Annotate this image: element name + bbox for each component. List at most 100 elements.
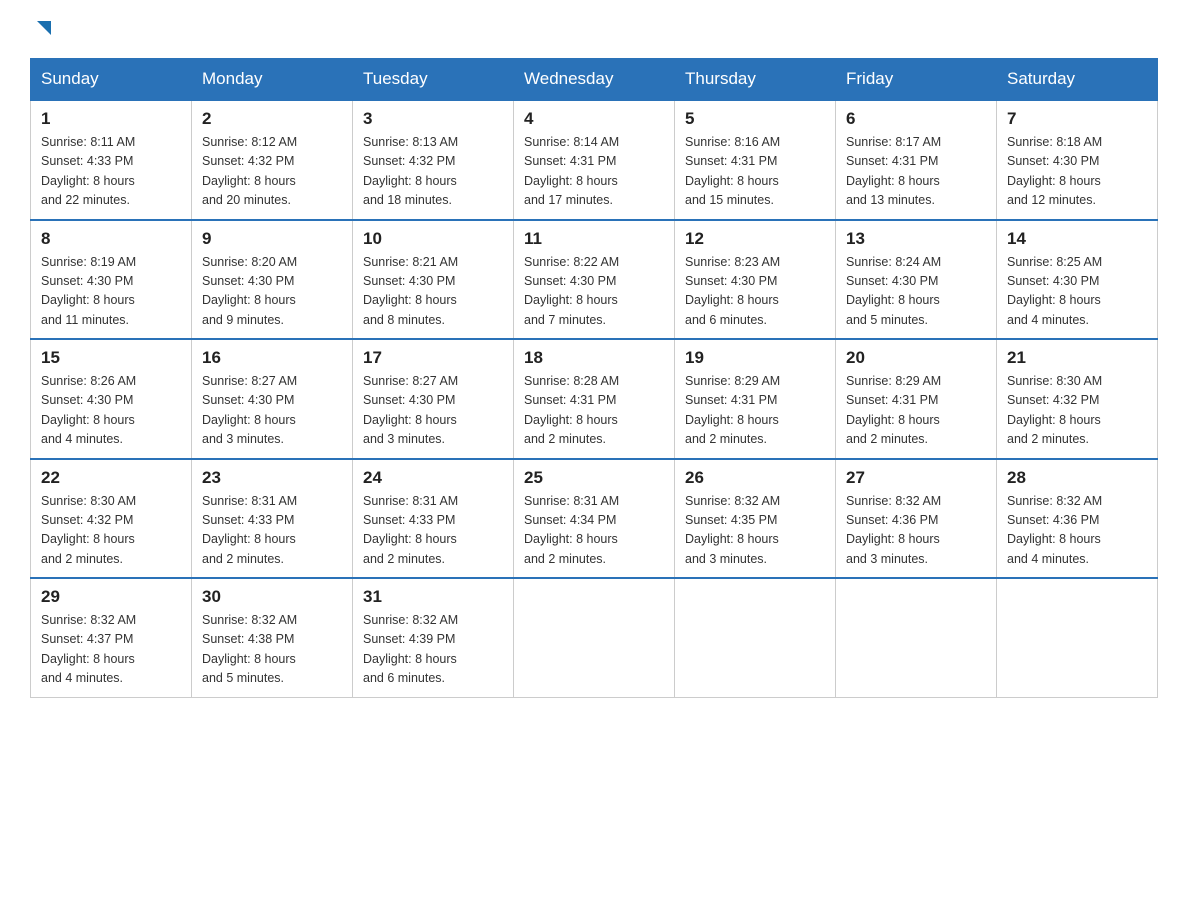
day-number: 26 [685,468,825,488]
header-tuesday: Tuesday [353,59,514,101]
calendar-cell: 1 Sunrise: 8:11 AMSunset: 4:33 PMDayligh… [31,100,192,220]
day-number: 14 [1007,229,1147,249]
day-info: Sunrise: 8:11 AMSunset: 4:33 PMDaylight:… [41,135,135,207]
day-info: Sunrise: 8:31 AMSunset: 4:33 PMDaylight:… [202,494,297,566]
calendar-cell: 3 Sunrise: 8:13 AMSunset: 4:32 PMDayligh… [353,100,514,220]
calendar-cell: 11 Sunrise: 8:22 AMSunset: 4:30 PMDaylig… [514,220,675,340]
header-monday: Monday [192,59,353,101]
day-number: 7 [1007,109,1147,129]
calendar-cell: 22 Sunrise: 8:30 AMSunset: 4:32 PMDaylig… [31,459,192,579]
calendar-cell: 28 Sunrise: 8:32 AMSunset: 4:36 PMDaylig… [997,459,1158,579]
day-number: 17 [363,348,503,368]
day-number: 13 [846,229,986,249]
calendar-cell: 24 Sunrise: 8:31 AMSunset: 4:33 PMDaylig… [353,459,514,579]
calendar-cell: 17 Sunrise: 8:27 AMSunset: 4:30 PMDaylig… [353,339,514,459]
calendar-cell: 8 Sunrise: 8:19 AMSunset: 4:30 PMDayligh… [31,220,192,340]
day-number: 1 [41,109,181,129]
calendar-cell: 14 Sunrise: 8:25 AMSunset: 4:30 PMDaylig… [997,220,1158,340]
day-number: 23 [202,468,342,488]
calendar-cell: 20 Sunrise: 8:29 AMSunset: 4:31 PMDaylig… [836,339,997,459]
header-wednesday: Wednesday [514,59,675,101]
calendar-cell: 2 Sunrise: 8:12 AMSunset: 4:32 PMDayligh… [192,100,353,220]
day-info: Sunrise: 8:29 AMSunset: 4:31 PMDaylight:… [685,374,780,446]
calendar-cell: 5 Sunrise: 8:16 AMSunset: 4:31 PMDayligh… [675,100,836,220]
week-row-2: 8 Sunrise: 8:19 AMSunset: 4:30 PMDayligh… [31,220,1158,340]
calendar-cell: 27 Sunrise: 8:32 AMSunset: 4:36 PMDaylig… [836,459,997,579]
calendar-cell: 12 Sunrise: 8:23 AMSunset: 4:30 PMDaylig… [675,220,836,340]
header-saturday: Saturday [997,59,1158,101]
week-row-4: 22 Sunrise: 8:30 AMSunset: 4:32 PMDaylig… [31,459,1158,579]
calendar-table: SundayMondayTuesdayWednesdayThursdayFrid… [30,58,1158,698]
day-info: Sunrise: 8:30 AMSunset: 4:32 PMDaylight:… [41,494,136,566]
calendar-cell: 21 Sunrise: 8:30 AMSunset: 4:32 PMDaylig… [997,339,1158,459]
day-number: 31 [363,587,503,607]
calendar-cell [836,578,997,697]
calendar-cell: 16 Sunrise: 8:27 AMSunset: 4:30 PMDaylig… [192,339,353,459]
day-info: Sunrise: 8:32 AMSunset: 4:36 PMDaylight:… [846,494,941,566]
calendar-cell: 26 Sunrise: 8:32 AMSunset: 4:35 PMDaylig… [675,459,836,579]
day-info: Sunrise: 8:29 AMSunset: 4:31 PMDaylight:… [846,374,941,446]
calendar-cell: 10 Sunrise: 8:21 AMSunset: 4:30 PMDaylig… [353,220,514,340]
day-number: 4 [524,109,664,129]
day-info: Sunrise: 8:12 AMSunset: 4:32 PMDaylight:… [202,135,297,207]
day-number: 18 [524,348,664,368]
header-thursday: Thursday [675,59,836,101]
calendar-cell: 31 Sunrise: 8:32 AMSunset: 4:39 PMDaylig… [353,578,514,697]
day-number: 12 [685,229,825,249]
calendar-cell [997,578,1158,697]
day-number: 22 [41,468,181,488]
day-info: Sunrise: 8:31 AMSunset: 4:33 PMDaylight:… [363,494,458,566]
day-number: 8 [41,229,181,249]
day-info: Sunrise: 8:23 AMSunset: 4:30 PMDaylight:… [685,255,780,327]
day-number: 29 [41,587,181,607]
day-info: Sunrise: 8:19 AMSunset: 4:30 PMDaylight:… [41,255,136,327]
day-number: 30 [202,587,342,607]
day-info: Sunrise: 8:13 AMSunset: 4:32 PMDaylight:… [363,135,458,207]
day-info: Sunrise: 8:32 AMSunset: 4:36 PMDaylight:… [1007,494,1102,566]
week-row-3: 15 Sunrise: 8:26 AMSunset: 4:30 PMDaylig… [31,339,1158,459]
day-info: Sunrise: 8:16 AMSunset: 4:31 PMDaylight:… [685,135,780,207]
day-info: Sunrise: 8:25 AMSunset: 4:30 PMDaylight:… [1007,255,1102,327]
day-number: 19 [685,348,825,368]
calendar-cell: 9 Sunrise: 8:20 AMSunset: 4:30 PMDayligh… [192,220,353,340]
day-info: Sunrise: 8:24 AMSunset: 4:30 PMDaylight:… [846,255,941,327]
header-friday: Friday [836,59,997,101]
day-info: Sunrise: 8:30 AMSunset: 4:32 PMDaylight:… [1007,374,1102,446]
calendar-cell: 7 Sunrise: 8:18 AMSunset: 4:30 PMDayligh… [997,100,1158,220]
day-info: Sunrise: 8:32 AMSunset: 4:35 PMDaylight:… [685,494,780,566]
day-info: Sunrise: 8:14 AMSunset: 4:31 PMDaylight:… [524,135,619,207]
day-number: 9 [202,229,342,249]
day-number: 2 [202,109,342,129]
calendar-cell: 15 Sunrise: 8:26 AMSunset: 4:30 PMDaylig… [31,339,192,459]
calendar-cell: 29 Sunrise: 8:32 AMSunset: 4:37 PMDaylig… [31,578,192,697]
header-sunday: Sunday [31,59,192,101]
day-number: 10 [363,229,503,249]
day-number: 6 [846,109,986,129]
calendar-cell: 6 Sunrise: 8:17 AMSunset: 4:31 PMDayligh… [836,100,997,220]
day-number: 21 [1007,348,1147,368]
calendar-cell: 30 Sunrise: 8:32 AMSunset: 4:38 PMDaylig… [192,578,353,697]
day-info: Sunrise: 8:27 AMSunset: 4:30 PMDaylight:… [202,374,297,446]
day-info: Sunrise: 8:20 AMSunset: 4:30 PMDaylight:… [202,255,297,327]
day-info: Sunrise: 8:18 AMSunset: 4:30 PMDaylight:… [1007,135,1102,207]
day-info: Sunrise: 8:28 AMSunset: 4:31 PMDaylight:… [524,374,619,446]
calendar-cell: 18 Sunrise: 8:28 AMSunset: 4:31 PMDaylig… [514,339,675,459]
week-row-5: 29 Sunrise: 8:32 AMSunset: 4:37 PMDaylig… [31,578,1158,697]
day-number: 11 [524,229,664,249]
logo [30,20,55,38]
day-info: Sunrise: 8:26 AMSunset: 4:30 PMDaylight:… [41,374,136,446]
calendar-cell: 23 Sunrise: 8:31 AMSunset: 4:33 PMDaylig… [192,459,353,579]
day-number: 3 [363,109,503,129]
day-number: 16 [202,348,342,368]
logo-arrow-icon [33,17,55,44]
calendar-cell: 19 Sunrise: 8:29 AMSunset: 4:31 PMDaylig… [675,339,836,459]
calendar-cell [514,578,675,697]
week-row-1: 1 Sunrise: 8:11 AMSunset: 4:33 PMDayligh… [31,100,1158,220]
calendar-cell: 25 Sunrise: 8:31 AMSunset: 4:34 PMDaylig… [514,459,675,579]
day-info: Sunrise: 8:21 AMSunset: 4:30 PMDaylight:… [363,255,458,327]
day-number: 5 [685,109,825,129]
day-info: Sunrise: 8:17 AMSunset: 4:31 PMDaylight:… [846,135,941,207]
day-number: 25 [524,468,664,488]
day-number: 15 [41,348,181,368]
page-header [30,20,1158,38]
